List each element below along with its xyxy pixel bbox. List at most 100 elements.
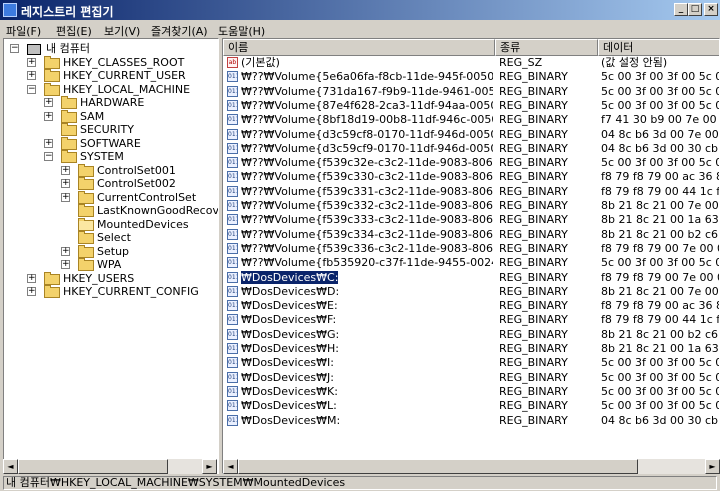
tree-item-label: HKEY_CLASSES_ROOT [63, 55, 185, 69]
tree-horizontal-scrollbar[interactable]: ◄ ► [3, 459, 217, 474]
maximize-button[interactable]: □ [688, 3, 702, 16]
binary-value-icon: 011 [227, 142, 238, 154]
value-name-cell: ₩??₩Volume{d3c59cf8-0170-11df-946d-00505… [241, 128, 493, 141]
status-path: 내 컴퓨터₩HKEY_LOCAL_MACHINE₩SYSTEM₩MountedD… [3, 476, 717, 490]
collapse-minus-icon[interactable]: − [27, 84, 36, 94]
value-type-cell: REG_BINARY [499, 142, 597, 155]
value-name-text: ₩??₩Volume{731da167-f9b9-11de-9461-00505… [241, 84, 493, 98]
value-row[interactable]: 011₩DosDevices₩I: REG_BINARY 5c 00 3f 00 3… [223, 356, 719, 369]
menu-view[interactable]: 보기(V) [104, 23, 140, 39]
value-row[interactable]: 011₩??₩Volume{731da167-f9b9-11de-9461-00… [223, 85, 719, 98]
value-name-cell: ₩DosDevices₩C: [241, 270, 493, 284]
value-row[interactable]: 011₩??₩Volume{8bf18d19-00b8-11df-946c-00… [223, 113, 719, 126]
expand-plus-icon[interactable]: + [61, 179, 70, 188]
value-data-cell: 5c 00 3f 00 3f 00 5c 00 53 [601, 399, 719, 412]
expand-plus-icon[interactable]: + [27, 287, 36, 296]
value-row[interactable]: 011₩??₩Volume{fb535920-c37f-11de-9455-00… [223, 256, 719, 269]
value-name-cell: ₩??₩Volume{f539c336-c3c2-11de-9083-806d6… [241, 242, 493, 255]
binary-value-icon: 011 [227, 185, 238, 197]
expand-plus-icon[interactable]: + [27, 57, 36, 67]
value-name-cell: ₩??₩Volume{f539c331-c3c2-11de-9083-806d6… [241, 185, 493, 198]
expand-plus-icon[interactable]: + [44, 98, 53, 107]
value-row[interactable]: 011₩DosDevices₩E: REG_BINARY f8 79 f8 79 0… [223, 299, 719, 312]
value-type-text: REG_BINARY [499, 342, 568, 355]
value-row[interactable]: 011₩??₩Volume{d3c59cf8-0170-11df-946d-00… [223, 128, 719, 141]
value-row[interactable]: 011₩DosDevices₩F: REG_BINARY f8 79 f8 79 0… [223, 313, 719, 326]
list-horizontal-scrollbar[interactable]: ◄ ► [223, 459, 720, 474]
tree-item-label: HKEY_CURRENT_CONFIG [63, 285, 199, 298]
value-name-text: ₩??₩Volume{f539c334-c3c2-11de-9083-806d6… [241, 227, 493, 241]
value-name-text: ₩DosDevices₩F: [241, 313, 337, 327]
folder-icon [61, 136, 77, 150]
title-bar[interactable]: 레지스트리 편집기 _ □ × [0, 0, 720, 20]
expand-plus-icon[interactable]: + [44, 111, 53, 121]
value-name-text: ₩DosDevices₩K: [241, 384, 338, 398]
scroll-thumb[interactable] [18, 459, 168, 474]
value-data-text: f8 79 f8 79 00 ac 36 88 13 [601, 170, 719, 184]
value-row[interactable]: 011₩??₩Volume{d3c59cf9-0170-11df-946d-00… [223, 142, 719, 155]
value-data-cell: 5c 00 3f 00 3f 00 5c 00 53 [601, 256, 719, 269]
expand-plus-icon[interactable]: + [61, 246, 70, 256]
value-row[interactable]: 011₩DosDevices₩J: REG_BINARY 5c 00 3f 00 3… [223, 371, 719, 384]
scroll-left-arrow-icon[interactable]: ◄ [3, 459, 18, 474]
value-row[interactable]: ab (기본값) REG_SZ (값 설정 안됨) [223, 56, 719, 69]
expand-plus-icon[interactable]: + [27, 71, 36, 80]
value-row[interactable]: 011₩DosDevices₩M: REG_BINARY 04 8c b6 3d 0… [223, 414, 719, 427]
value-row[interactable]: 011₩DosDevices₩K: REG_BINARY 5c 00 3f 00 3… [223, 385, 719, 398]
value-list-pane[interactable]: 이름 종류 데이터 ab(기본값)REG_SZ(값 설정 안됨)011₩??₩V… [222, 38, 720, 474]
expand-plus-icon[interactable]: + [44, 138, 53, 148]
scroll-right-arrow-icon[interactable]: ► [705, 459, 720, 474]
collapse-minus-icon[interactable]: − [44, 152, 53, 161]
expand-plus-icon[interactable]: + [61, 192, 70, 202]
scroll-thumb[interactable] [238, 459, 638, 474]
value-name-cell: ₩??₩Volume{d3c59cf9-0170-11df-946d-00505… [241, 142, 493, 155]
minimize-button[interactable]: _ [674, 3, 688, 16]
expand-plus-icon[interactable]: + [61, 165, 70, 175]
close-button[interactable]: × [704, 3, 718, 16]
value-data-text: 04 8c b6 3d 00 30 cb d3 3 [601, 141, 719, 155]
value-name-text: ₩??₩Volume{d3c59cf8-0170-11df-946d-00505… [241, 127, 493, 141]
value-data-text: 5c 00 3f 00 3f 00 5c 00 53 [601, 70, 719, 84]
collapse-minus-icon[interactable]: − [10, 44, 19, 53]
value-type-text: REG_BINARY [499, 399, 568, 413]
key-tree-pane[interactable]: − 내 컴퓨터 + HKEY_CLASSES_ROOT + HKEY_CURRENT_US… [3, 38, 219, 474]
menu-edit[interactable]: 편집(E) [56, 23, 92, 39]
value-row[interactable]: 011₩DosDevices₩L: REG_BINARY 5c 00 3f 00 3… [223, 399, 719, 412]
value-type-text: REG_BINARY [499, 213, 568, 227]
scroll-left-arrow-icon[interactable]: ◄ [223, 459, 238, 474]
value-row[interactable]: 011₩DosDevices₩C: REG_BINARY f8 79 f8 79 0… [223, 270, 719, 284]
binary-value-icon: 011 [227, 300, 238, 312]
value-row[interactable]: 011₩DosDevices₩H: REG_BINARY 8b 21 8c 21 0… [223, 342, 719, 355]
column-header-type[interactable]: 종류 [495, 39, 598, 56]
value-data-cell: 8b 21 8c 21 00 1a 63 6a 1 [601, 342, 719, 355]
value-row[interactable]: 011₩??₩Volume{5e6a06fa-f8cb-11de-945f-00… [223, 70, 719, 83]
value-data-text: 5c 00 3f 00 3f 00 5c 00 53 [601, 98, 719, 112]
menu-favorites[interactable]: 즐겨찾기(A) [151, 23, 208, 39]
binary-value-icon: 011 [227, 200, 238, 211]
value-type-text: REG_BINARY [499, 370, 568, 384]
folder-icon [61, 123, 77, 136]
menu-help[interactable]: 도움말(H) [218, 23, 265, 39]
status-bar: 내 컴퓨터₩HKEY_LOCAL_MACHINE₩SYSTEM₩MountedD… [0, 475, 720, 491]
menu-file[interactable]: 파일(F) [6, 23, 41, 39]
value-row[interactable]: 011₩DosDevices₩D: REG_BINARY 8b 21 8c 21 0… [223, 285, 719, 298]
tree-item-label: HKEY_CURRENT_USER [63, 69, 186, 82]
column-header-name[interactable]: 이름 [223, 39, 495, 56]
expand-plus-icon[interactable]: + [61, 260, 70, 269]
value-row[interactable]: 011₩??₩Volume{f539c332-c3c2-11de-9083-80… [223, 199, 719, 212]
column-header-data[interactable]: 데이터 [598, 39, 719, 56]
value-type-cell: REG_BINARY [499, 228, 597, 241]
regedit-app-icon [3, 3, 17, 17]
value-row[interactable]: 011₩??₩Volume{f539c336-c3c2-11de-9083-80… [223, 242, 719, 255]
value-row[interactable]: 011₩??₩Volume{87e4f628-2ca3-11df-94aa-00… [223, 99, 719, 112]
tree-item-label: HKEY_USERS [63, 271, 135, 285]
value-row[interactable]: 011₩??₩Volume{f539c331-c3c2-11de-9083-80… [223, 185, 719, 198]
value-row[interactable]: 011₩??₩Volume{f539c334-c3c2-11de-9083-80… [223, 228, 719, 241]
binary-value-icon: 011 [227, 343, 238, 354]
value-row[interactable]: 011₩??₩Volume{f539c32e-c3c2-11de-9083-80… [223, 156, 719, 169]
value-row[interactable]: 011₩DosDevices₩G: REG_BINARY 8b 21 8c 21 0… [223, 328, 719, 341]
scroll-right-arrow-icon[interactable]: ► [202, 459, 217, 474]
value-row[interactable]: 011₩??₩Volume{f539c330-c3c2-11de-9083-80… [223, 170, 719, 183]
expand-plus-icon[interactable]: + [27, 273, 36, 283]
value-row[interactable]: 011₩??₩Volume{f539c333-c3c2-11de-9083-80… [223, 213, 719, 226]
